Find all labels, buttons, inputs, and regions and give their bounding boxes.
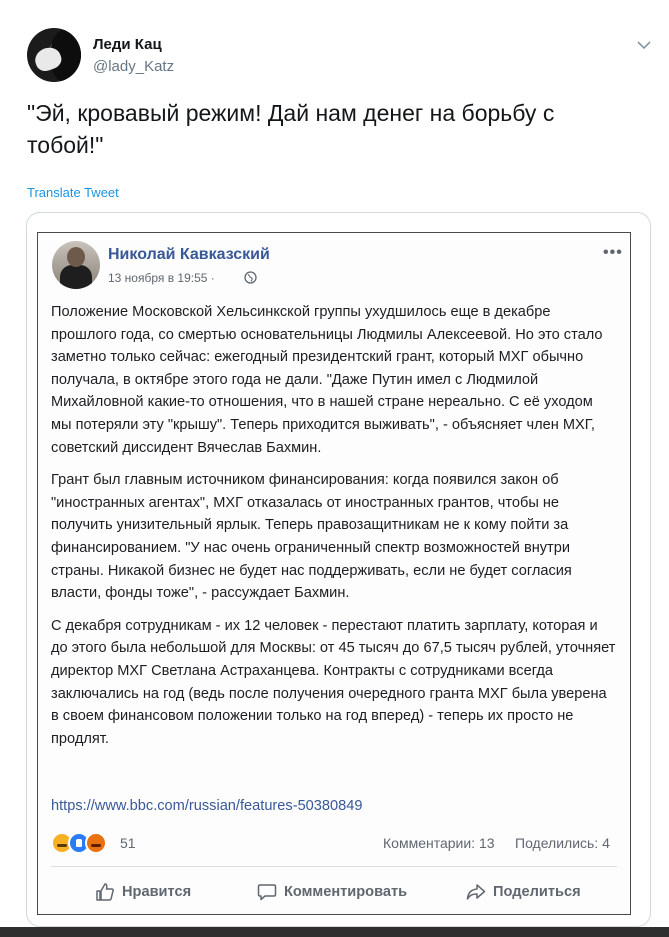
fb-author-name: Николай Кавказский — [108, 246, 270, 263]
thumbs-up-icon — [96, 883, 114, 901]
author-name[interactable]: Леди Кац — [93, 36, 162, 53]
reaction-icons — [51, 832, 121, 856]
fb-paragraph: Грант был главным источником финансирова… — [51, 472, 572, 602]
tweet-text: "Эй, кровавый режим! Дай нам денег на бо… — [27, 100, 555, 158]
fb-post-date: 13 ноября в 19:55 · — [108, 271, 215, 285]
fb-paragraph: Положение Московской Хельсинкской группы… — [51, 304, 603, 456]
fb-share-action: Поделиться — [466, 881, 581, 903]
chevron-down-icon[interactable] — [636, 38, 652, 52]
fb-comment-action: Комментировать — [257, 881, 407, 903]
reactions-count: 51 — [120, 835, 136, 851]
comment-icon — [257, 884, 277, 901]
author-handle[interactable]: @lady_Katz — [93, 58, 174, 75]
comments-count: Комментарии: 13 — [383, 835, 495, 851]
fb-author-avatar — [52, 241, 100, 289]
fb-article-link: https://www.bbc.com/russian/features-503… — [51, 798, 363, 814]
globe-icon — [244, 271, 257, 284]
author-avatar[interactable] — [27, 28, 81, 82]
fb-share-label: Поделиться — [493, 884, 581, 900]
more-options-icon: ••• — [603, 244, 623, 261]
divider — [51, 866, 617, 867]
angry-reaction-icon — [85, 832, 107, 854]
fb-like-label: Нравится — [122, 884, 192, 900]
share-arrow-icon — [466, 884, 486, 900]
fb-comment-label: Комментировать — [284, 884, 408, 900]
shares-count: Поделились: 4 — [515, 835, 610, 851]
fb-post-body: Положение Московской Хельсинкской группы… — [51, 301, 617, 760]
translate-tweet-link[interactable]: Translate Tweet — [27, 185, 119, 200]
fb-paragraph: С декабря сотрудникам - их 12 человек - … — [51, 617, 616, 747]
tweet: Леди Кац @lady_Katz "Эй, кровавый режим!… — [0, 0, 669, 937]
fb-like-action: Нравится — [95, 881, 191, 903]
bottom-edge-bar — [0, 927, 669, 937]
